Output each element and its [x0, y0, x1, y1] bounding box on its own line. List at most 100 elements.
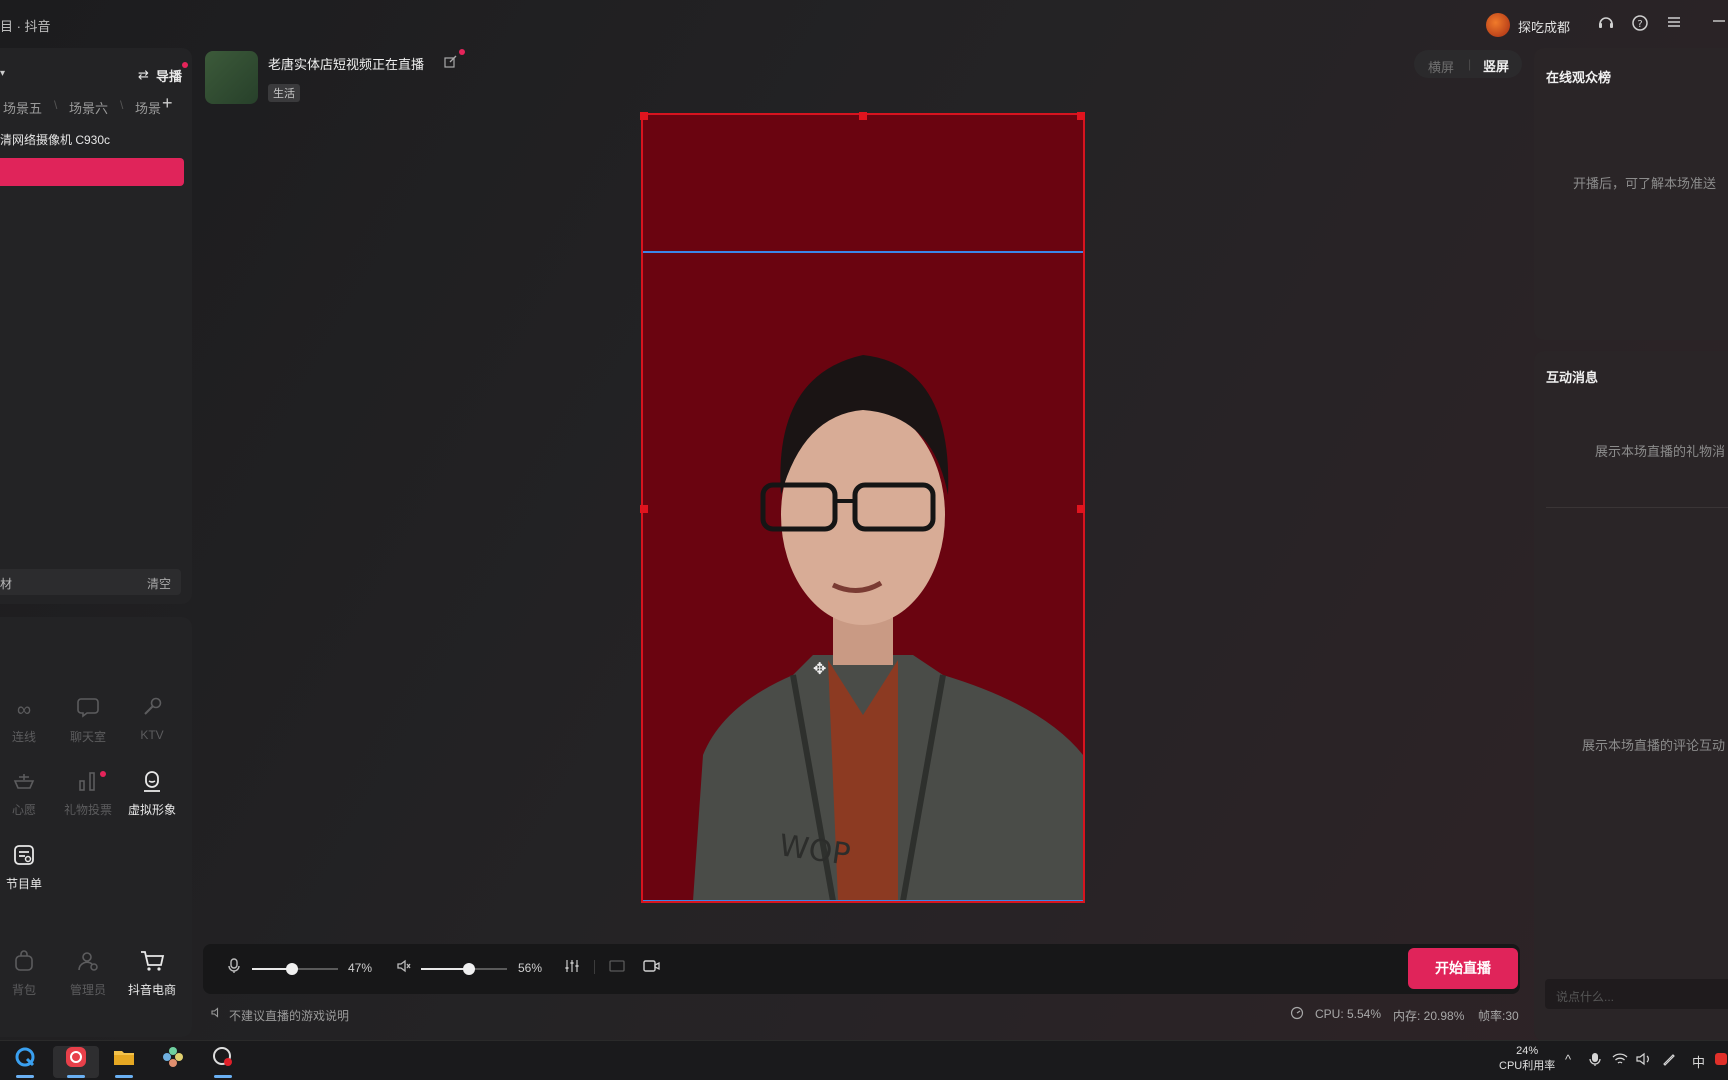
audience-hint: 开播后，可了解本场准送: [1573, 176, 1717, 191]
tool-wish[interactable]: 心愿: [0, 769, 56, 818]
resize-handle-tl[interactable]: [640, 112, 648, 120]
scene-separator: \: [54, 98, 58, 112]
tool-link[interactable]: ∞ 连线: [0, 696, 56, 745]
dropdown-caret-icon[interactable]: ▾: [0, 68, 5, 79]
speaker-mute-icon[interactable]: [396, 958, 412, 977]
add-scene-icon[interactable]: +: [162, 93, 173, 114]
svg-text:?: ?: [1637, 19, 1642, 30]
tool-ktv[interactable]: KTV: [120, 696, 184, 742]
tool-program-list[interactable]: 节目单: [0, 843, 56, 892]
category-tag: 生活: [268, 84, 300, 102]
scene-tab-5[interactable]: 场景五: [3, 98, 42, 117]
tool-douyin-ecommerce[interactable]: 抖音电商: [120, 949, 184, 998]
menu-icon[interactable]: [1664, 14, 1684, 34]
active-indicator: [115, 1075, 133, 1078]
performance-icon: [1290, 1006, 1304, 1025]
cpu-status: CPU: 5.54%: [1315, 1007, 1382, 1021]
resize-handle-t[interactable]: [859, 112, 867, 120]
tool-bag[interactable]: 背包: [0, 949, 56, 998]
browser-icon: [15, 1047, 35, 1067]
messages-title: 互动消息: [1546, 370, 1599, 385]
resize-handle-r[interactable]: [1077, 505, 1085, 513]
clear-button[interactable]: 清空: [147, 575, 171, 592]
tool-gift-vote[interactable]: 礼物投票: [56, 769, 120, 818]
screen-share-icon[interactable]: [609, 958, 625, 977]
notification-dot: [100, 771, 106, 777]
help-icon[interactable]: ?: [1630, 14, 1650, 34]
selected-source-bar[interactable]: [0, 158, 184, 186]
wish-icon: [0, 769, 56, 797]
gift-messages-hint: 展示本场直播的礼物消: [1595, 444, 1726, 459]
taskbar-recorder[interactable]: [200, 1046, 246, 1078]
bag-icon: [0, 949, 56, 977]
tool-label: 抖音电商: [127, 983, 176, 997]
chevron-up-icon[interactable]: ^: [1565, 1052, 1571, 1067]
input-method-indicator[interactable]: 中: [1692, 1052, 1705, 1071]
guide-line-top: [643, 251, 1083, 253]
tool-virtual-avatar[interactable]: 虚拟形象: [120, 769, 184, 818]
tool-label: KTV: [140, 728, 164, 742]
audience-panel: [1534, 48, 1728, 340]
audience-title: 在线观众榜: [1546, 70, 1612, 85]
tool-admin[interactable]: 管理员: [56, 949, 120, 998]
avatar-icon: [120, 769, 184, 797]
edit-icon[interactable]: [444, 55, 457, 71]
stream-title[interactable]: 老唐实体店短视频正在直播: [268, 54, 424, 73]
taskbar-browser[interactable]: [2, 1046, 48, 1078]
resize-handle-tr[interactable]: [1077, 112, 1085, 120]
cpu-usage-percent: 24%: [1516, 1045, 1539, 1057]
divider: [594, 960, 595, 974]
speaker-volume-knob[interactable]: [463, 963, 475, 975]
scene-tab-6[interactable]: 场景六: [69, 98, 108, 117]
microphone-tray-icon[interactable]: [1589, 1052, 1601, 1070]
title-bar: [0, 0, 1728, 48]
active-indicator: [214, 1075, 232, 1078]
start-live-button[interactable]: 开始直播: [1408, 948, 1518, 989]
taskbar-file-explorer[interactable]: [101, 1046, 147, 1078]
gift-vote-icon: [56, 769, 120, 797]
app-title: 目 · 抖音: [0, 19, 51, 34]
flower-icon: [163, 1047, 183, 1067]
guide-button[interactable]: 导播: [156, 66, 182, 85]
volume-icon[interactable]: [1636, 1052, 1652, 1069]
divider: [1546, 507, 1728, 508]
pen-icon[interactable]: [1662, 1052, 1676, 1069]
speaker-volume-value: 56%: [518, 961, 543, 975]
landscape-option[interactable]: 横屏: [1428, 57, 1454, 76]
program-list-icon: [0, 843, 56, 871]
camera-icon[interactable]: [643, 958, 661, 977]
taskbar-live-app[interactable]: [53, 1046, 99, 1078]
resize-handle-l[interactable]: [640, 505, 648, 513]
camera-source-name[interactable]: 清网络摄像机 C930c: [0, 131, 110, 148]
user-name[interactable]: 探吃成都: [1518, 17, 1570, 36]
tool-chat-room[interactable]: 聊天室: [56, 696, 120, 745]
user-avatar[interactable]: [1486, 13, 1510, 37]
tool-label: 虚拟形象: [127, 803, 176, 817]
minimize-icon[interactable]: [1708, 14, 1728, 34]
scene-tab-7[interactable]: 场景: [135, 98, 161, 117]
notification-dot: [459, 49, 465, 55]
mixer-icon[interactable]: [564, 958, 580, 977]
move-cursor-icon: ✥: [813, 661, 827, 678]
sogou-input-icon[interactable]: [1714, 1052, 1728, 1069]
guide-line-bottom: [643, 900, 1083, 901]
tool-label: 聊天室: [69, 730, 106, 744]
live-preview-canvas[interactable]: WOP: [641, 113, 1085, 903]
mic-volume-knob[interactable]: [286, 963, 298, 975]
source-label: 材: [0, 577, 13, 591]
portrait-option[interactable]: 竖屏: [1483, 56, 1509, 75]
scene-separator: \: [120, 98, 124, 112]
mic-icon[interactable]: [227, 958, 241, 977]
taskbar-app[interactable]: [150, 1046, 196, 1078]
speaker-volume-fill: [421, 968, 469, 970]
mic-volume-value: 47%: [348, 961, 373, 975]
comment-messages-hint: 展示本场直播的评论互动: [1582, 738, 1726, 753]
game-notice-link[interactable]: 不建议直播的游戏说明: [229, 1007, 349, 1024]
tool-label: 管理员: [69, 983, 106, 997]
support-icon[interactable]: [1596, 14, 1616, 34]
wifi-icon[interactable]: [1612, 1052, 1628, 1069]
stream-cover-thumbnail[interactable]: [205, 51, 258, 104]
orientation-divider: |: [1468, 57, 1472, 71]
cpu-usage-widget[interactable]: 24% CPU利用率: [1499, 1044, 1555, 1074]
memory-status: 内存: 20.98%: [1393, 1009, 1465, 1023]
